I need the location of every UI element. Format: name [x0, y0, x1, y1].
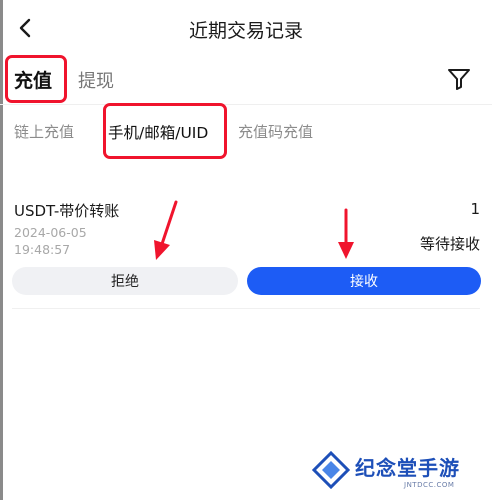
accept-button[interactable]: 接收	[247, 267, 481, 295]
watermark-subtext: JNTDCC.COM	[404, 481, 455, 489]
watermark-logo-icon	[312, 451, 350, 489]
subtab-onchain[interactable]: 链上充值	[14, 121, 74, 142]
tabs-divider	[0, 104, 492, 105]
window-left-edge	[0, 0, 3, 500]
subtab-recharge-code[interactable]: 充值码充值	[238, 121, 313, 142]
highlight-box-recharge	[5, 55, 67, 103]
record-status: 等待接收	[419, 235, 480, 253]
red-arrow-down-icon	[338, 208, 354, 259]
highlight-box-phone-tab	[103, 103, 227, 159]
red-arrow-down-icon	[154, 200, 178, 260]
filter-icon	[448, 69, 470, 90]
watermark-text: 纪念堂手游	[355, 456, 460, 480]
record-time: 19:48:57	[14, 242, 71, 257]
record-divider	[12, 308, 480, 309]
filter-button[interactable]	[446, 66, 472, 92]
reject-button[interactable]: 拒绝	[12, 267, 238, 295]
record-amount: 1	[470, 200, 480, 218]
page-title: 近期交易记录	[188, 20, 303, 42]
record-date: 2024-06-05	[14, 225, 87, 240]
tab-withdraw[interactable]: 提现	[78, 67, 114, 93]
record-title: USDT-带价转账	[14, 202, 120, 220]
